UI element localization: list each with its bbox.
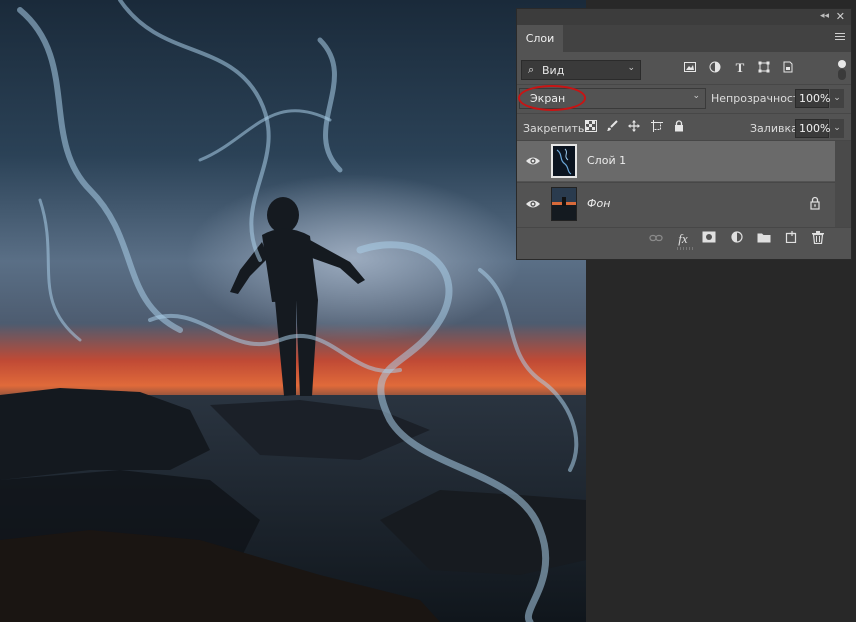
layers-list: Слой 1 Фон — [517, 141, 851, 227]
collapse-panel-icon[interactable]: ◂◂ — [820, 11, 829, 21]
layer-thumbnail — [551, 144, 577, 178]
divider — [517, 113, 851, 114]
blend-opacity-row: Экран ⌄ Непрозрачность: 100% ⌄ — [517, 85, 851, 112]
layer-thumbnail — [551, 187, 577, 221]
smart-object-filter-icon[interactable] — [781, 61, 795, 75]
lock-fill-row: Закрепить: Заливка: 100% ⌄ — [517, 117, 851, 141]
canvas-artwork — [0, 0, 586, 622]
layer-filter-label: Вид — [542, 64, 565, 77]
divider — [517, 182, 835, 183]
new-group-icon[interactable] — [756, 231, 772, 247]
lock-label: Закрепить: — [523, 122, 589, 135]
adjustment-layer-icon[interactable] — [729, 231, 745, 247]
blend-mode-select[interactable]: Экран ⌄ — [519, 88, 706, 109]
filter-toggle-switch[interactable] — [837, 60, 847, 80]
layers-panel: ◂◂ ✕ Слои ⌕ Вид ⌄ T Экран ⌄ Непрозрачнос… — [516, 8, 852, 260]
layer-name: Фон — [587, 197, 611, 210]
image-filter-icon[interactable] — [683, 61, 697, 75]
divider — [517, 227, 851, 228]
search-icon: ⌕ — [528, 63, 535, 76]
lock-all-icon[interactable] — [672, 120, 686, 134]
add-mask-icon[interactable] — [701, 231, 717, 247]
opacity-field[interactable]: 100% — [795, 89, 830, 108]
lock-icon — [809, 196, 821, 210]
opacity-chevron-icon[interactable]: ⌄ — [830, 89, 844, 108]
layer-name: Слой 1 — [587, 154, 627, 167]
lock-transparent-pixels-icon[interactable] — [584, 120, 598, 134]
lock-image-pixels-icon[interactable] — [605, 120, 619, 134]
layers-scrollbar[interactable] — [835, 141, 851, 227]
shape-filter-icon[interactable] — [757, 61, 771, 75]
divider — [517, 84, 851, 85]
chevron-down-icon: ⌄ — [692, 91, 700, 101]
tab-layers[interactable]: Слои — [517, 25, 563, 52]
blend-mode-value: Экран — [530, 92, 566, 105]
fx-icon[interactable]: fx — [675, 231, 691, 247]
eye-visibility-icon[interactable] — [525, 154, 541, 168]
prevent-autonest-icon[interactable] — [650, 120, 664, 134]
layer-row-layer-1[interactable]: Слой 1 — [517, 141, 835, 181]
fill-field[interactable]: 100% — [795, 119, 830, 138]
layers-footer-toolbar: fx — [517, 229, 851, 251]
delete-layer-icon[interactable] — [810, 231, 826, 247]
eye-visibility-icon[interactable] — [525, 197, 541, 211]
document-canvas[interactable] — [0, 0, 586, 622]
panel-tab-bar: Слои — [517, 25, 851, 52]
fill-label: Заливка: — [750, 122, 802, 135]
new-layer-icon[interactable] — [783, 231, 799, 247]
fill-chevron-icon[interactable]: ⌄ — [830, 119, 844, 138]
close-panel-icon[interactable]: ✕ — [836, 10, 845, 23]
chevron-down-icon: ⌄ — [627, 63, 635, 73]
layer-filter-row: ⌕ Вид ⌄ T — [517, 60, 851, 82]
panel-title-bar[interactable]: ◂◂ ✕ — [517, 9, 851, 25]
panel-menu-icon[interactable] — [835, 33, 845, 42]
layer-row-background[interactable]: Фон — [517, 184, 835, 224]
type-filter-icon[interactable]: T — [733, 61, 747, 75]
panel-resize-grip[interactable] — [677, 247, 695, 250]
adjustment-filter-icon[interactable] — [708, 61, 722, 75]
lock-position-icon[interactable] — [627, 120, 641, 134]
link-layers-icon[interactable] — [648, 231, 664, 247]
layer-filter-select[interactable]: ⌕ Вид ⌄ — [521, 60, 641, 80]
